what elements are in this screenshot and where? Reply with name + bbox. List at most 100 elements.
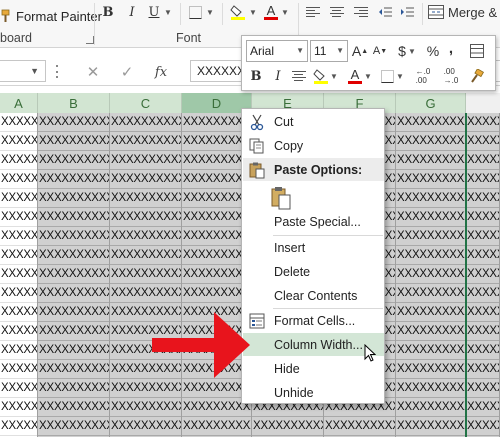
cell[interactable]: XXXXXXXXXXXXXXXXXXXXXXXXXXXXXXXXXXXXXXXX…: [466, 360, 499, 379]
menu-item-copy[interactable]: Copy: [243, 134, 384, 157]
cell[interactable]: XXXXXXXXXXXXXXXXXXXXXXXXXXXXXXXXXXXXXXXX…: [0, 246, 37, 265]
table-icon[interactable]: [468, 41, 486, 61]
menu-item-format-cells[interactable]: Format Cells...: [243, 309, 384, 332]
currency-dropdown-icon[interactable]: ▼: [408, 41, 416, 61]
column-c[interactable]: XXXXXXXXX XXXXXXXXX XXXXXXXXX XXXXXXXXX XXXX…: [110, 113, 182, 437]
cell[interactable]: XXXXXXXXXXXXXXXXXXXXXXXXXXXXXXXXXXXXXXXX…: [466, 398, 499, 417]
insert-function-icon[interactable]: fx: [150, 61, 172, 83]
name-box[interactable]: ▼: [0, 60, 46, 82]
cell[interactable]: XXXXXXXXXXXXXXXXXXXXXXXXXXXXXXXXXXXXXXXX…: [110, 208, 181, 227]
cell[interactable]: XXXXXXXXXXXXXXXXXXXXXXXXXXXXXXXXXXXXXXXX…: [466, 170, 499, 189]
cell[interactable]: XXXXXXXXXXXXXXXXXXXXXXXXXXXXXXXXXXXXXXXX…: [466, 189, 499, 208]
cell[interactable]: XXXXXXXXXXXXXXXXXXXXXXXXXXXXXXXXXXXXXXXX…: [396, 132, 465, 151]
cell[interactable]: XXXXXXXXXXXXXXXXXXXXXXXXXXXXXXXXXXXXXXXX…: [110, 417, 181, 436]
cell[interactable]: XXXXXXXXXXXXXXXXXXXXXXXXXXXXXXXXXXXXXXXX…: [38, 341, 109, 360]
merge-center-button[interactable]: Merge &: [428, 2, 500, 22]
cell[interactable]: XXXXXXXXXXXXXXXXXXXXXXXXXXXXXXXXXXXXXXXX…: [396, 303, 465, 322]
cell[interactable]: XXXXXXXXXXXXXXXXXXXXXXXXXXXXXXXXXXXXXXXX…: [38, 322, 109, 341]
cell[interactable]: XXXXXXXXXXXXXXXXXXXXXXXXXXXXXXXXXXXXXXXX…: [38, 170, 109, 189]
cell[interactable]: XXXXXXXXXXXXXXXXXXXXXXXXXXXXXXXXXXXXXXXX…: [466, 341, 499, 360]
column-header-b[interactable]: B: [38, 93, 110, 113]
cell[interactable]: XXXXXXXXXXXXXXXXXXXXXXXXXXXXXXXXXXXXXXXX…: [110, 284, 181, 303]
column-h[interactable]: XXXX XXXX XXXX XXXX XXXX XXXX XXXX XXXX XXXX XXXX…: [466, 113, 500, 437]
borders-icon[interactable]: [186, 2, 204, 22]
column-header-h[interactable]: [466, 93, 500, 113]
menu-item-paste-special[interactable]: Paste Special...: [243, 210, 384, 233]
fill-color-icon[interactable]: [228, 2, 248, 22]
cell[interactable]: XXXXXXXXXXXXXXXXXXXXXXXXXXXXXXXXXXXXXXXX…: [0, 341, 37, 360]
cell[interactable]: XXXXXXXXXXXXXXXXXXXXXXXXXXXXXXXXXXXXXXXX…: [0, 113, 37, 132]
align-left-icon[interactable]: [304, 2, 322, 22]
cell[interactable]: XXXXXXXXXXXXXXXXXXXXXXXXXXXXXXXXXXXXXXXX…: [38, 246, 109, 265]
menu-item-column-width[interactable]: Column Width...: [243, 333, 384, 356]
cell[interactable]: XXXXXXXXXXXXXXXXXXXXXXXXXXXXXXXXXXXXXXXX…: [252, 417, 323, 436]
cell[interactable]: XXXXXXXXXXXXXXXXXXXXXXXXXXXXXXXXXXXXXXXX…: [110, 113, 181, 132]
cell[interactable]: XXXXXXXXXXXXXXXXXXXXXXXXXXXXXXXXXXXXXXXX…: [38, 417, 109, 436]
cell[interactable]: XXXXXXXXXXXXXXXXXXXXXXXXXXXXXXXXXXXXXXXX…: [0, 132, 37, 151]
cell[interactable]: XXXXXXXXXXXXXXXXXXXXXXXXXXXXXXXXXXXXXXXX…: [182, 417, 251, 436]
cell[interactable]: XXXXXXXXXXXXXXXXXXXXXXXXXXXXXXXXXXXXXXXX…: [0, 360, 37, 379]
font-color-icon[interactable]: A: [262, 2, 280, 22]
font-color-dropdown-icon[interactable]: ▼: [364, 66, 372, 86]
paste-option-button[interactable]: [270, 185, 294, 213]
cell[interactable]: XXXXXXXXXXXXXXXXXXXXXXXXXXXXXXXXXXXXXXXX…: [38, 398, 109, 417]
cell[interactable]: XXXXXXXXXXXXXXXXXXXXXXXXXXXXXXXXXXXXXXXX…: [38, 189, 109, 208]
cell[interactable]: XXXXXXXXXXXXXXXXXXXXXXXXXXXXXXXXXXXXXXXX…: [396, 398, 465, 417]
cell[interactable]: XXXXXXXXXXXXXXXXXXXXXXXXXXXXXXXXXXXXXXXX…: [38, 379, 109, 398]
cell[interactable]: XXXXXXXXXXXXXXXXXXXXXXXXXXXXXXXXXXXXXXXX…: [38, 284, 109, 303]
bold-button[interactable]: B: [100, 2, 116, 22]
column-header-g[interactable]: G: [396, 93, 466, 113]
cell[interactable]: XXXXXXXXXXXXXXXXXXXXXXXXXXXXXXXXXXXXXXXX…: [396, 246, 465, 265]
column-header-c[interactable]: C: [110, 93, 182, 113]
cell[interactable]: XXXXXXXXXXXXXXXXXXXXXXXXXXXXXXXXXXXXXXXX…: [396, 379, 465, 398]
cell[interactable]: XXXXXXXXXXXXXXXXXXXXXXXXXXXXXXXXXXXXXXXX…: [396, 189, 465, 208]
cell[interactable]: XXXXXXXXXXXXXXXXXXXXXXXXXXXXXXXXXXXXXXXX…: [38, 113, 109, 132]
align-center-icon[interactable]: [328, 2, 346, 22]
column-a[interactable]: XXXX XXXX XXXX XXXX XXXX XXXX XXXX XXXX XXXX XXXX…: [0, 113, 38, 437]
cell[interactable]: XXXXXXXXXXXXXXXXXXXXXXXXXXXXXXXXXXXXXXXX…: [466, 208, 499, 227]
cell[interactable]: XXXXXXXXXXXXXXXXXXXXXXXXXXXXXXXXXXXXXXXX…: [38, 208, 109, 227]
comma-button[interactable]: ,: [444, 38, 458, 58]
cell[interactable]: XXXXXXXXXXXXXXXXXXXXXXXXXXXXXXXXXXXXXXXX…: [396, 322, 465, 341]
menu-item-clear-contents[interactable]: Clear Contents: [243, 284, 384, 307]
cell[interactable]: XXXXXXXXXXXXXXXXXXXXXXXXXXXXXXXXXXXXXXXX…: [38, 151, 109, 170]
menu-item-unhide[interactable]: Unhide: [243, 381, 384, 404]
cell[interactable]: XXXXXXXXXXXXXXXXXXXXXXXXXXXXXXXXXXXXXXXX…: [110, 151, 181, 170]
cell[interactable]: XXXXXXXXXXXXXXXXXXXXXXXXXXXXXXXXXXXXXXXX…: [466, 303, 499, 322]
cell[interactable]: XXXXXXXXXXXXXXXXXXXXXXXXXXXXXXXXXXXXXXXX…: [0, 265, 37, 284]
cell[interactable]: XXXXXXXXXXXXXXXXXXXXXXXXXXXXXXXXXXXXXXXX…: [38, 132, 109, 151]
underline-dropdown-icon[interactable]: ▼: [162, 2, 174, 22]
cell[interactable]: XXXXXXXXXXXXXXXXXXXXXXXXXXXXXXXXXXXXXXXX…: [110, 246, 181, 265]
cell[interactable]: XXXXXXXXXXXXXXXXXXXXXXXXXXXXXXXXXXXXXXXX…: [466, 379, 499, 398]
column-header-a[interactable]: A: [0, 93, 38, 113]
cell[interactable]: XXXXXXXXXXXXXXXXXXXXXXXXXXXXXXXXXXXXXXXX…: [396, 170, 465, 189]
fill-dropdown-icon[interactable]: ▼: [330, 66, 338, 86]
cell[interactable]: XXXXXXXXXXXXXXXXXXXXXXXXXXXXXXXXXXXXXXXX…: [38, 303, 109, 322]
decrease-indent-icon[interactable]: [376, 2, 394, 22]
cell[interactable]: XXXXXXXXXXXXXXXXXXXXXXXXXXXXXXXXXXXXXXXX…: [0, 227, 37, 246]
format-painter-icon[interactable]: [468, 66, 486, 86]
shrink-font-button[interactable]: A ▼: [372, 41, 388, 61]
cancel-icon[interactable]: ✕: [82, 61, 104, 83]
cell[interactable]: XXXXXXXXXXXXXXXXXXXXXXXXXXXXXXXXXXXXXXXX…: [466, 284, 499, 303]
font-name-box[interactable]: Arial ▼: [246, 40, 308, 62]
cell[interactable]: XXXXXXXXXXXXXXXXXXXXXXXXXXXXXXXXXXXXXXXX…: [396, 265, 465, 284]
cell[interactable]: XXXXXXXXXXXXXXXXXXXXXXXXXXXXXXXXXXXXXXXX…: [0, 322, 37, 341]
clipboard-launcher-icon[interactable]: [86, 36, 94, 44]
mini-bold-button[interactable]: B: [248, 66, 264, 86]
cell[interactable]: XXXXXXXXXXXXXXXXXXXXXXXXXXXXXXXXXXXXXXXX…: [396, 417, 465, 436]
fill-color-icon[interactable]: [312, 66, 330, 86]
decrease-decimal-icon[interactable]: .00 →.0: [440, 66, 462, 86]
increase-indent-icon[interactable]: [398, 2, 416, 22]
cell[interactable]: XXXXXXXXXXXXXXXXXXXXXXXXXXXXXXXXXXXXXXXX…: [38, 265, 109, 284]
cell[interactable]: XXXXXXXXXXXXXXXXXXXXXXXXXXXXXXXXXXXXXXXX…: [0, 284, 37, 303]
enter-icon[interactable]: ✓: [116, 61, 138, 83]
cell[interactable]: XXXXXXXXXXXXXXXXXXXXXXXXXXXXXXXXXXXXXXXX…: [110, 132, 181, 151]
cell[interactable]: XXXXXXXXXXXXXXXXXXXXXXXXXXXXXXXXXXXXXXXX…: [110, 227, 181, 246]
font-color-icon[interactable]: A: [346, 66, 364, 86]
cell[interactable]: XXXXXXXXXXXXXXXXXXXXXXXXXXXXXXXXXXXXXXXX…: [110, 170, 181, 189]
cell[interactable]: XXXXXXXXXXXXXXXXXXXXXXXXXXXXXXXXXXXXXXXX…: [466, 322, 499, 341]
cell[interactable]: XXXXXXXXXXXXXXXXXXXXXXXXXXXXXXXXXXXXXXXX…: [396, 360, 465, 379]
menu-item-hide[interactable]: Hide: [243, 357, 384, 380]
cell[interactable]: XXXXXXXXXXXXXXXXXXXXXXXXXXXXXXXXXXXXXXXX…: [396, 341, 465, 360]
